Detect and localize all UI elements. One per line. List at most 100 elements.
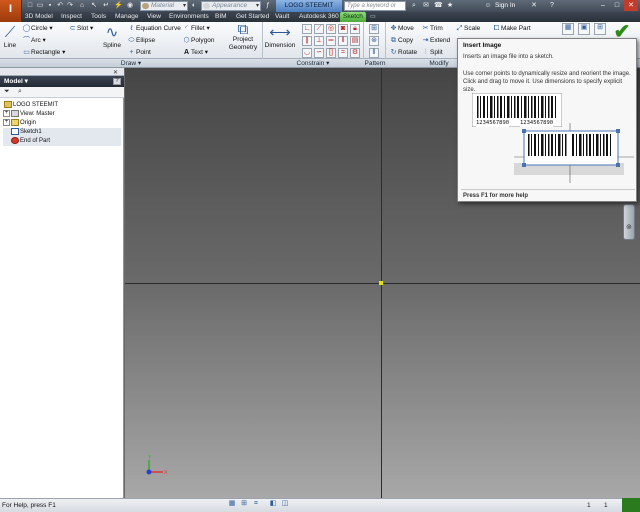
point-button[interactable]: + Point: [127, 47, 150, 58]
search-input[interactable]: Type a keyword or phrase: [344, 1, 406, 17]
browser-help-icon[interactable]: ?: [113, 78, 121, 85]
spline-button[interactable]: ∿ Spline: [102, 24, 122, 50]
browser-close-icon[interactable]: ✕: [113, 69, 118, 76]
pattern-panel-label[interactable]: Pattern: [364, 59, 386, 68]
tab-bim[interactable]: BIM: [212, 12, 230, 22]
move-button[interactable]: ✥ Move: [389, 23, 414, 34]
parallel-constraint-icon[interactable]: ∥: [302, 36, 312, 46]
user-icon[interactable]: ☺: [484, 2, 492, 10]
material-combo[interactable]: Material ▾: [140, 1, 188, 11]
lock-icon[interactable]: 🔒︎: [350, 24, 360, 34]
arc-button[interactable]: ⌒Arc ▾: [22, 35, 46, 46]
sketch-toggle-icon[interactable]: ⌗: [251, 499, 261, 509]
tree-item-origin[interactable]: + Origin: [3, 119, 121, 128]
fix-constraint-icon[interactable]: ◙: [338, 24, 348, 34]
grid-toggle-icon[interactable]: ▦: [227, 499, 237, 509]
sign-in-link[interactable]: Sign In: [495, 0, 515, 12]
shadow-icon[interactable]: ◫: [280, 499, 290, 509]
update-icon[interactable]: ⚡: [114, 2, 123, 10]
rectangle-button[interactable]: ▭Rectangle ▾: [22, 47, 65, 58]
open-icon[interactable]: ▭: [36, 2, 44, 10]
appearance-combo[interactable]: Appearance ▾: [201, 1, 261, 11]
tab-view[interactable]: View: [144, 12, 164, 22]
format-icon[interactable]: ▣: [578, 23, 590, 35]
split-button[interactable]: ⫶ Split: [421, 47, 443, 58]
visual-style-icon[interactable]: ◧: [268, 499, 278, 509]
trim-button[interactable]: ✂ Trim: [421, 23, 443, 34]
filter-icon[interactable]: ⏷: [4, 88, 10, 96]
perpendicular-constraint-icon[interactable]: ⊥: [314, 36, 324, 46]
ellipse-button[interactable]: ⬭ Ellipse: [127, 35, 156, 46]
undo-icon[interactable]: ↶: [56, 2, 64, 10]
tree-item-end-of-part[interactable]: End of Part: [3, 137, 121, 146]
project-geometry-button[interactable]: ⧉ Project Geometry: [226, 22, 260, 52]
browser-header[interactable]: Model ▾: [0, 76, 124, 87]
save-icon[interactable]: ▪: [46, 2, 54, 10]
favorites-icon[interactable]: ★: [446, 2, 454, 10]
tree-item-sketch[interactable]: Sketch1: [3, 128, 121, 137]
copy-button[interactable]: ⧉ Copy: [389, 35, 413, 46]
tangent-constraint-icon[interactable]: ◡: [302, 48, 312, 58]
show-constraints-icon[interactable]: ▤: [350, 36, 360, 46]
insert-image-icon[interactable]: ▦: [562, 23, 574, 35]
tab-environments[interactable]: Environments: [166, 12, 212, 22]
snap-toggle-icon[interactable]: ⊞: [239, 499, 249, 509]
application-menu-button[interactable]: I: [0, 0, 22, 22]
slot-button[interactable]: ⊂ Slot ▾: [68, 23, 94, 34]
polygon-button[interactable]: ⬡Polygon: [182, 35, 214, 46]
origin-point[interactable]: [379, 281, 383, 285]
select-icon[interactable]: ↖: [90, 2, 98, 10]
binoculars-icon[interactable]: ⌕: [18, 88, 22, 96]
rectangular-pattern-icon[interactable]: ⊞: [369, 24, 379, 34]
exchange-icon[interactable]: ✕: [530, 2, 538, 10]
tab-vault[interactable]: Vault: [272, 12, 292, 22]
smooth-constraint-icon[interactable]: ∽: [314, 48, 324, 58]
constraint-settings-icon[interactable]: ⚙: [350, 48, 360, 58]
close-button[interactable]: ✕: [624, 0, 638, 11]
circle-button[interactable]: ◯Circle ▾: [22, 23, 53, 34]
subscription-icon[interactable]: ✉: [422, 2, 430, 10]
vertical-constraint-icon[interactable]: ‖: [338, 36, 348, 46]
navigation-wheel-icon[interactable]: ⊚: [626, 223, 632, 231]
scale-button[interactable]: ⤢ Scale: [455, 23, 481, 34]
fx-icon[interactable]: ƒ: [264, 2, 272, 10]
minimize-button[interactable]: –: [596, 0, 610, 11]
circular-pattern-icon[interactable]: ⊛: [369, 36, 379, 46]
equation-curve-button[interactable]: ℓ Equation Curve: [127, 23, 180, 34]
tab-sketch[interactable]: Sketch: [340, 12, 366, 22]
expand-icon[interactable]: +: [3, 110, 10, 117]
tab-options-icon[interactable]: ▭: [370, 12, 378, 22]
navigation-bar[interactable]: ⊚: [623, 204, 635, 240]
grid-icon[interactable]: ⊞: [594, 23, 606, 35]
new-icon[interactable]: □: [26, 2, 34, 10]
mirror-icon[interactable]: ⫴: [369, 48, 379, 58]
camera-icon[interactable]: ◉: [126, 2, 134, 10]
tab-tools[interactable]: Tools: [88, 12, 109, 22]
constrain-panel-label[interactable]: Constrain ▾: [263, 59, 363, 68]
tree-item-part[interactable]: LOGO STEEMIT: [3, 101, 121, 110]
communication-center-icon[interactable]: ☎: [434, 2, 443, 10]
dimension-button[interactable]: ⟷ Dimension: [264, 24, 296, 50]
collinear-constraint-icon[interactable]: ⟋: [314, 24, 324, 34]
home-icon[interactable]: ⌂: [78, 2, 86, 10]
equal-constraint-icon[interactable]: =: [338, 48, 348, 58]
concentric-constraint-icon[interactable]: ◎: [326, 24, 336, 34]
rotate-button[interactable]: ↻ Rotate: [389, 47, 418, 58]
line-button[interactable]: ⟋ Line: [1, 24, 19, 50]
appearance-icon[interactable]: ◐: [190, 2, 198, 10]
symmetric-constraint-icon[interactable]: []: [326, 48, 336, 58]
make-part-button[interactable]: ⧠ Make Part: [492, 23, 531, 34]
maximize-button[interactable]: □: [610, 0, 624, 11]
text-button[interactable]: A Text ▾: [182, 47, 208, 58]
tree-item-view[interactable]: + View: Master: [3, 110, 121, 119]
expand-icon[interactable]: +: [3, 119, 10, 126]
tab-autodesk-360[interactable]: Autodesk 360: [296, 12, 342, 22]
horizontal-constraint-icon[interactable]: ═: [326, 36, 336, 46]
tab-manage[interactable]: Manage: [112, 12, 142, 22]
redo-icon[interactable]: ↷: [66, 2, 74, 10]
return-icon[interactable]: ↵: [102, 2, 110, 10]
tab-3d-model[interactable]: 3D Model: [22, 12, 56, 22]
draw-panel-label[interactable]: Draw ▾: [0, 59, 262, 68]
coincident-constraint-icon[interactable]: ∟: [302, 24, 312, 34]
tab-inspect[interactable]: Inspect: [58, 12, 85, 22]
